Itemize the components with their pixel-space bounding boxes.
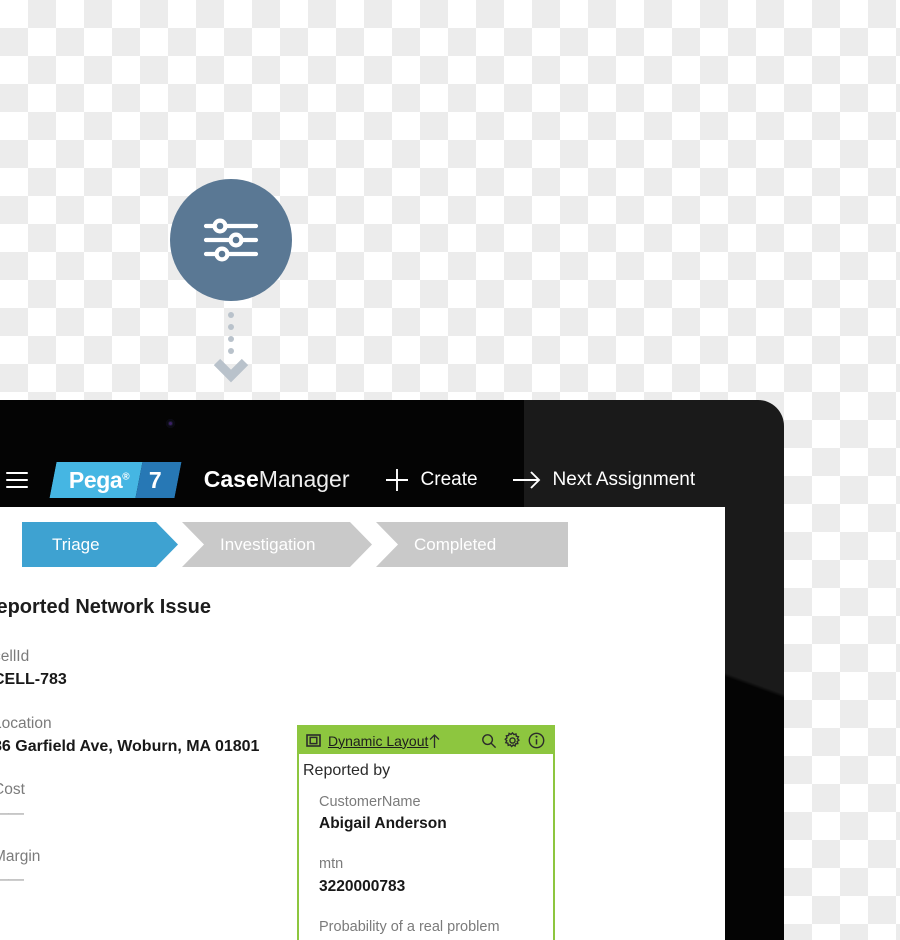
field-value: —— bbox=[0, 871, 24, 889]
field-label: Margin bbox=[0, 847, 41, 865]
dotted-down-arrow-icon bbox=[212, 310, 250, 386]
create-button[interactable]: Create bbox=[384, 467, 478, 493]
screenshot-canvas: Pega® 7 CaseManager Create Next Assignme… bbox=[0, 0, 900, 940]
pega-logo-right: 7 bbox=[135, 461, 182, 498]
sliders-settings-icon bbox=[200, 214, 262, 266]
nested-square-layout-icon bbox=[306, 733, 321, 748]
info-icon[interactable] bbox=[528, 732, 545, 749]
field-value: 86 Garfield Ave, Woburn, MA 01801 bbox=[0, 738, 260, 756]
pega-logo-name: Pega® bbox=[69, 466, 130, 492]
stage-label: Completed bbox=[414, 534, 497, 554]
field-label: Cost bbox=[0, 781, 25, 799]
dynamic-layout-panel: Dynamic Layout Reported by CustomerName … bbox=[297, 725, 555, 940]
field-label: Probability of a real problem bbox=[319, 918, 500, 935]
app-title: CaseManager bbox=[204, 468, 350, 491]
gear-icon[interactable] bbox=[504, 732, 521, 749]
hamburger-menu-icon[interactable] bbox=[6, 471, 28, 488]
field-location: Location 86 Garfield Ave, Woburn, MA 018… bbox=[0, 713, 293, 759]
section-title: Reported by bbox=[303, 762, 391, 779]
pega-logo-version: 7 bbox=[149, 466, 162, 492]
app-title-bold: Case bbox=[203, 466, 259, 492]
stage-item-completed[interactable]: Completed bbox=[376, 522, 568, 567]
field-margin: Margin —— bbox=[0, 846, 293, 892]
plus-icon bbox=[384, 467, 410, 493]
pega-logo-left: Pega® bbox=[49, 461, 143, 498]
search-icon[interactable] bbox=[481, 733, 497, 749]
dynamic-layout-title-link[interactable]: Dynamic Layout bbox=[328, 733, 428, 749]
dynamic-layout-body: Reported by CustomerName Abigail Anderso… bbox=[299, 754, 553, 940]
next-assignment-label: Next Assignment bbox=[552, 468, 696, 490]
case-field-list: cellId CELL-783 Location 86 Garfield Ave… bbox=[0, 646, 293, 913]
dynamic-layout-header: Dynamic Layout bbox=[299, 727, 553, 770]
field-value: CELL-783 bbox=[0, 671, 67, 689]
field-value: 3220000783 bbox=[319, 877, 406, 895]
field-value: —— bbox=[0, 804, 24, 822]
field-label: cellId bbox=[0, 648, 30, 665]
field-cost: Cost —— bbox=[0, 779, 293, 825]
next-assignment-button[interactable]: Next Assignment bbox=[512, 468, 696, 491]
stage-item-investigation[interactable]: Investigation bbox=[182, 522, 372, 567]
dynamic-layout-tools bbox=[481, 732, 545, 749]
field-label: CustomerName bbox=[319, 794, 421, 810]
arrow-right-icon bbox=[512, 469, 542, 491]
app-toolbar: Pega® 7 CaseManager Create Next Assignme… bbox=[0, 452, 784, 507]
arrow-up-icon[interactable] bbox=[428, 733, 441, 749]
create-label: Create bbox=[420, 468, 478, 490]
field-label: Location bbox=[0, 714, 52, 732]
app-title-light: Manager bbox=[258, 466, 350, 492]
field-mtn: mtn 3220000783 bbox=[319, 854, 553, 897]
camera-dot-icon bbox=[166, 419, 175, 428]
stage-breadcrumb: Triage Investigation Completed bbox=[22, 522, 572, 567]
tablet-device-frame: Pega® 7 CaseManager Create Next Assignme… bbox=[0, 400, 784, 940]
field-value: Abigail Anderson bbox=[319, 815, 447, 833]
stage-label: Investigation bbox=[220, 534, 316, 554]
pega-logo[interactable]: Pega® 7 bbox=[49, 461, 182, 498]
field-cellid: cellId CELL-783 bbox=[0, 646, 293, 692]
field-label: mtn bbox=[319, 856, 344, 873]
stage-label: Triage bbox=[52, 534, 100, 554]
stage-item-triage[interactable]: Triage bbox=[22, 522, 178, 567]
app-screen: Triage Investigation Completed Reported … bbox=[0, 507, 725, 940]
dynamic-layout-field-list: CustomerName Abigail Anderson mtn 322000… bbox=[299, 783, 553, 940]
field-probability: Probability of a real problem 70.67% bbox=[319, 917, 553, 940]
page-title: Reported Network Issue bbox=[0, 596, 211, 618]
settings-badge[interactable] bbox=[170, 179, 292, 301]
field-customername: CustomerName Abigail Anderson bbox=[319, 792, 553, 835]
